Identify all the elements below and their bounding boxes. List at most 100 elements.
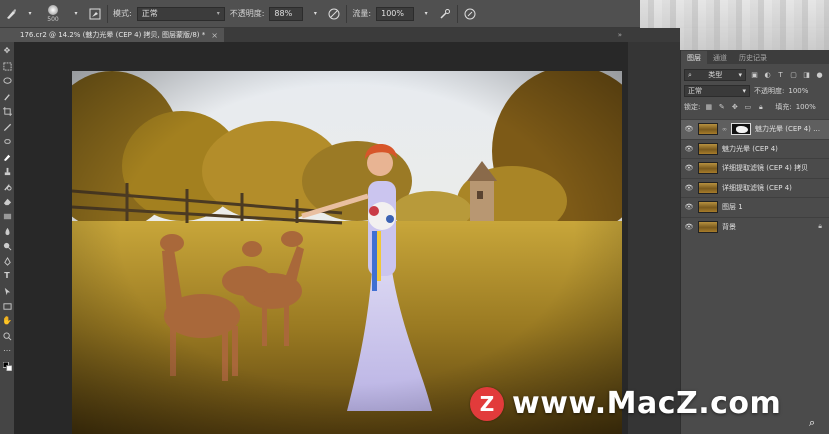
healing-brush-tool-icon[interactable]	[2, 136, 12, 146]
layer-mask-thumbnail[interactable]	[731, 123, 751, 136]
blend-opacity-row: 正常 ▾ 不透明度: 100%	[681, 83, 829, 99]
layer-row[interactable]: 👁︎ ∞ 魅力光晕 (CEP 4) 拷贝	[681, 119, 829, 139]
layer-opacity-value[interactable]: 100%	[788, 87, 808, 95]
lasso-tool-icon[interactable]	[2, 76, 12, 86]
marquee-tool-icon[interactable]	[2, 61, 12, 71]
chevron-down-icon[interactable]: ▾	[69, 7, 83, 21]
visibility-eye-icon[interactable]: 👁︎	[684, 125, 694, 133]
separator	[107, 4, 108, 23]
dodge-tool-icon[interactable]	[2, 241, 12, 251]
visibility-eye-icon[interactable]: 👁︎	[684, 203, 694, 211]
smart-object-filter-icon[interactable]: ◨	[802, 71, 811, 80]
filter-toggle-icon[interactable]: ●	[815, 71, 824, 80]
collapse-icon[interactable]: »	[618, 31, 628, 39]
more-tools-icon[interactable]: ⋯	[2, 346, 12, 356]
chevron-down-icon: ▾	[742, 87, 746, 95]
lock-label: 锁定:	[684, 103, 701, 111]
chevron-down-icon: ▾	[216, 10, 220, 17]
layer-name: 图层 1	[722, 203, 743, 212]
opacity-input[interactable]: 88%	[269, 6, 304, 21]
blur-tool-icon[interactable]	[2, 226, 12, 236]
move-tool-icon[interactable]: ✥	[2, 46, 12, 56]
layer-blend-mode-select[interactable]: 正常 ▾	[684, 85, 750, 97]
pressure-opacity-icon[interactable]	[327, 7, 341, 21]
opacity-label: 不透明度:	[229, 9, 265, 18]
search-icon: ⌕	[688, 70, 692, 79]
quick-select-tool-icon[interactable]	[2, 91, 12, 101]
watermark: Z www.MacZ.com	[470, 386, 781, 421]
brush-tip-icon	[48, 4, 58, 15]
layer-name: 详细提取滤镜 (CEP 4)	[722, 183, 792, 192]
zoom-tool-icon[interactable]	[2, 331, 12, 341]
layer-row[interactable]: 👁︎ 图层 1	[681, 197, 829, 217]
tab-layers[interactable]: 图层	[681, 51, 707, 64]
visibility-eye-icon[interactable]: 👁︎	[684, 184, 694, 192]
type-tool-icon[interactable]: T	[2, 271, 12, 281]
blend-mode-value: 正常	[141, 9, 158, 18]
flow-input[interactable]: 100%	[376, 6, 415, 21]
brush-preset-picker[interactable]: 500	[42, 3, 64, 25]
hand-tool-icon[interactable]: ✋	[2, 316, 12, 326]
layer-blend-mode-value: 正常	[688, 87, 702, 95]
brush-tool-icon[interactable]	[4, 7, 18, 21]
layers-list: 👁︎ ∞ 魅力光晕 (CEP 4) 拷贝 👁︎ 魅力光晕 (CEP 4) 👁︎ …	[681, 119, 829, 236]
panel-tabs: 图层 通道 历史记录	[681, 50, 829, 64]
lock-pixels-icon[interactable]: ✎	[717, 103, 726, 112]
visibility-eye-icon[interactable]: 👁︎	[684, 164, 694, 172]
separator	[457, 4, 459, 23]
watermark-text: www.MacZ.com	[512, 386, 782, 421]
adjustment-filter-icon[interactable]: ◐	[763, 71, 772, 80]
layer-kind-filter[interactable]: ⌕ 类型 ▾	[684, 69, 746, 81]
layer-row[interactable]: 👁︎ 详细提取滤镜 (CEP 4) 拷贝	[681, 158, 829, 178]
layer-row[interactable]: 👁︎ 详细提取滤镜 (CEP 4)	[681, 177, 829, 198]
layer-thumbnail	[698, 142, 718, 155]
tab-channels[interactable]: 通道	[707, 51, 733, 64]
eraser-tool-icon[interactable]	[2, 196, 12, 206]
layer-row[interactable]: 👁︎ 背景 🔒︎	[681, 216, 829, 237]
lock-artboard-icon[interactable]: ▭	[743, 103, 752, 112]
pressure-size-icon[interactable]	[463, 7, 477, 21]
document-tab[interactable]: 176.cr2 @ 14.2% (魅力光晕 (CEP 4) 拷贝, 图层蒙版/8…	[14, 28, 224, 42]
lock-position-icon[interactable]: ✥	[730, 103, 739, 112]
layer-row[interactable]: 👁︎ 魅力光晕 (CEP 4)	[681, 138, 829, 159]
brush-settings-panel-icon[interactable]	[88, 7, 102, 21]
layer-thumbnail	[698, 181, 718, 194]
visibility-eye-icon[interactable]: 👁︎	[684, 145, 694, 153]
lock-fill-row: 锁定: ▦ ✎ ✥ ▭ 🔒︎ 填充: 100%	[681, 99, 829, 115]
blend-mode-select[interactable]: 正常 ▾	[136, 6, 225, 21]
rectangle-tool-icon[interactable]	[2, 301, 12, 311]
chevron-down-icon: ▾	[738, 71, 742, 79]
layers-panel: 图层 通道 历史记录 ⌕ 类型 ▾ ▣ ◐ T ▢ ◨ ● 正常 ▾ 不透明度:…	[680, 50, 829, 434]
flow-label: 流量:	[352, 9, 372, 18]
brush-tool-icon[interactable]	[2, 151, 12, 161]
chevron-down-icon[interactable]: ▾	[308, 7, 322, 21]
color-swatches-icon[interactable]	[2, 361, 12, 371]
chevron-down-icon[interactable]: ▾	[419, 7, 433, 21]
layer-thumbnail	[698, 220, 718, 233]
link-chain-icon[interactable]: ∞	[722, 126, 727, 133]
fill-value[interactable]: 100%	[796, 103, 816, 111]
search-icon[interactable]: ⌕	[809, 416, 823, 430]
panel-dock	[628, 28, 680, 434]
type-filter-icon[interactable]: T	[776, 71, 785, 80]
clone-stamp-tool-icon[interactable]	[2, 166, 12, 176]
tab-history[interactable]: 历史记录	[733, 51, 773, 64]
shape-filter-icon[interactable]: ▢	[789, 71, 798, 80]
layer-name: 背景	[722, 222, 736, 231]
path-selection-tool-icon[interactable]	[2, 286, 12, 296]
eyedropper-tool-icon[interactable]	[2, 121, 12, 131]
document-canvas[interactable]	[14, 42, 628, 434]
layer-name: 详细提取滤镜 (CEP 4) 拷贝	[722, 164, 809, 173]
history-brush-tool-icon[interactable]	[2, 181, 12, 191]
chevron-down-icon[interactable]: ▾	[23, 7, 37, 21]
panel-dock-header	[628, 28, 680, 42]
lock-all-icon[interactable]: 🔒︎	[756, 103, 765, 112]
crop-tool-icon[interactable]	[2, 106, 12, 116]
airbrush-icon[interactable]	[438, 7, 452, 21]
lock-transparency-icon[interactable]: ▦	[704, 103, 713, 112]
pen-tool-icon[interactable]	[2, 256, 12, 266]
pixel-filter-icon[interactable]: ▣	[750, 71, 759, 80]
close-icon[interactable]: ×	[211, 31, 218, 40]
visibility-eye-icon[interactable]: 👁︎	[684, 223, 694, 231]
gradient-tool-icon[interactable]	[2, 211, 12, 221]
